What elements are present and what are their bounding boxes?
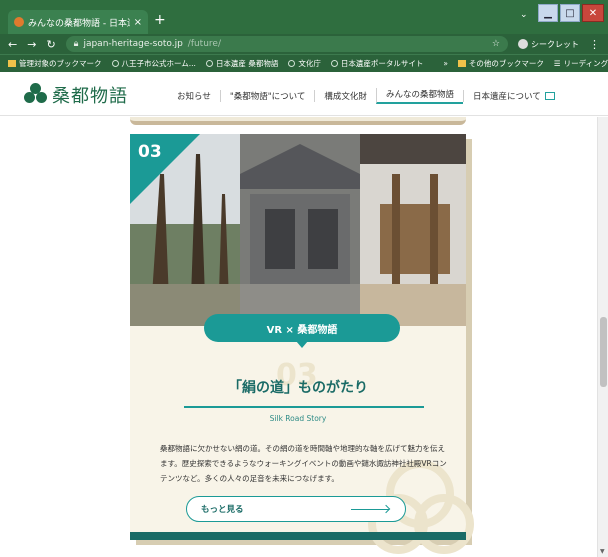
site-header: 桑都物語 お知らせ "桑都物語"について 構成文化財 みんなの桑都物語 日本遺産… [0,72,608,116]
card-title: 「絹の道」ものがたり [228,380,368,396]
bookmark-label: 文化庁 [298,59,321,68]
globe-icon [288,60,296,67]
logo-text: 桑都物語 [52,86,128,107]
reading-list[interactable]: ☰リーディングリスト [554,58,608,69]
tab-title: みんなの桑都物語 - 日本遺産八王 [28,18,130,29]
maximize-button[interactable]: □ [560,4,580,22]
url-host: japan-heritage-soto.jp [83,39,183,49]
back-icon[interactable]: ← [8,38,17,51]
globe-icon [205,60,213,67]
incognito-icon [518,39,528,49]
menu-icon[interactable]: ⋮ [589,38,600,51]
bookmark-label: その他のブックマーク [468,59,544,68]
browser-tab[interactable]: みんなの桑都物語 - 日本遺産八王 × [8,10,148,34]
close-window-button[interactable]: ✕ [582,4,604,22]
card-subtitle: Silk Road Story [269,414,327,423]
title-divider [184,406,424,408]
arrow-right-icon [351,505,391,513]
card-number: 03 [138,142,162,162]
pill-pointer [296,341,308,348]
nav-item-about[interactable]: "桑都物語"について [219,90,315,102]
address-bar[interactable]: 🔒︎ japan-heritage-soto.jp/future/ ☆ [65,36,508,52]
external-link-icon [544,92,555,100]
bookmark-label: 日本遺産ポータルサイト [340,59,424,68]
globe-icon [330,60,338,67]
previous-card-edge [130,117,466,125]
tab-search-icon[interactable]: ⌄ [520,10,528,20]
logo-leaf-icon [24,83,48,107]
card-description: 桑都物語に欠かせない絹の道。その絹の道を時間軸や地理的な軸を広げて魅力を伝えます… [160,444,447,483]
reload-icon[interactable]: ↻ [46,38,55,51]
folder-icon [8,60,16,67]
nav-item-japan-heritage[interactable]: 日本遺産について [462,90,564,102]
bookmark-label: 管理対象のブックマーク [19,59,102,68]
new-tab-button[interactable]: + [154,13,166,27]
tab-close-button[interactable]: × [134,17,142,28]
nav-item-news[interactable]: お知らせ [168,90,220,102]
scroll-down-icon[interactable]: ▼ [600,548,605,555]
favicon-icon [14,17,24,27]
nav-item-label: 日本遺産について [472,92,541,102]
nav-item-everyone-story[interactable]: みんなの桑都物語 [375,88,463,104]
bookmark-label: 日本遺産 桑都物語 [215,59,279,68]
bookmark-star-icon[interactable]: ☆ [492,39,500,49]
page-content: 03 03 VR × 桑都物語 「絹の道」ものがたり Silk Road Sto… [0,117,597,557]
bookmarks-overflow-button[interactable]: » [443,59,448,68]
card-bottom-bar [130,532,466,540]
page-scrollbar[interactable]: ▼ [597,117,608,557]
see-more-label: もっと見る [201,505,244,515]
incognito-indicator[interactable]: シークレット [518,39,579,50]
bookmark-label: 八王子市公式ホーム... [121,59,196,68]
forward-icon[interactable]: → [27,38,36,51]
bookmark-portal[interactable]: 日本遺産ポータルサイト [330,58,424,69]
reading-list-icon: ☰ [553,59,561,68]
minimize-button[interactable]: ▁ [538,4,558,22]
globe-icon [111,60,119,67]
browser-toolbar: ← → ↻ 🔒︎ japan-heritage-soto.jp/future/ … [0,34,608,54]
url-path: /future/ [187,39,221,49]
site-logo[interactable]: 桑都物語 [24,82,128,108]
bookmark-hachioji[interactable]: 八王子市公式ホーム... [111,58,196,69]
other-bookmarks[interactable]: その他のブックマーク [457,58,544,69]
folder-icon [457,60,466,67]
global-nav: お知らせ "桑都物語"について 構成文化財 みんなの桑都物語 日本遺産について [168,88,564,104]
lock-icon: 🔒︎ [73,39,79,49]
bookmark-label: リーディングリスト [563,59,608,68]
card-photo: 03 [130,134,466,326]
see-more-button[interactable]: もっと見る [186,496,406,522]
incognito-label: シークレット [531,39,579,49]
scrollbar-thumb[interactable] [600,317,607,387]
bookmark-soto[interactable]: 日本遺産 桑都物語 [205,58,279,69]
category-pill: VR × 桑都物語 [204,314,400,342]
nav-item-properties[interactable]: 構成文化財 [314,90,376,102]
bookmark-bunka[interactable]: 文化庁 [288,58,321,69]
bookmarks-bar: 管理対象のブックマーク 八王子市公式ホーム... 日本遺産 桑都物語 文化庁 日… [0,54,608,72]
story-card: 03 03 VR × 桑都物語 「絹の道」ものがたり Silk Road Sto… [130,134,474,554]
browser-titlebar: みんなの桑都物語 - 日本遺産八王 × + ⌄ ▁ □ ✕ [0,0,608,34]
bookmark-managed[interactable]: 管理対象のブックマーク [8,58,102,69]
